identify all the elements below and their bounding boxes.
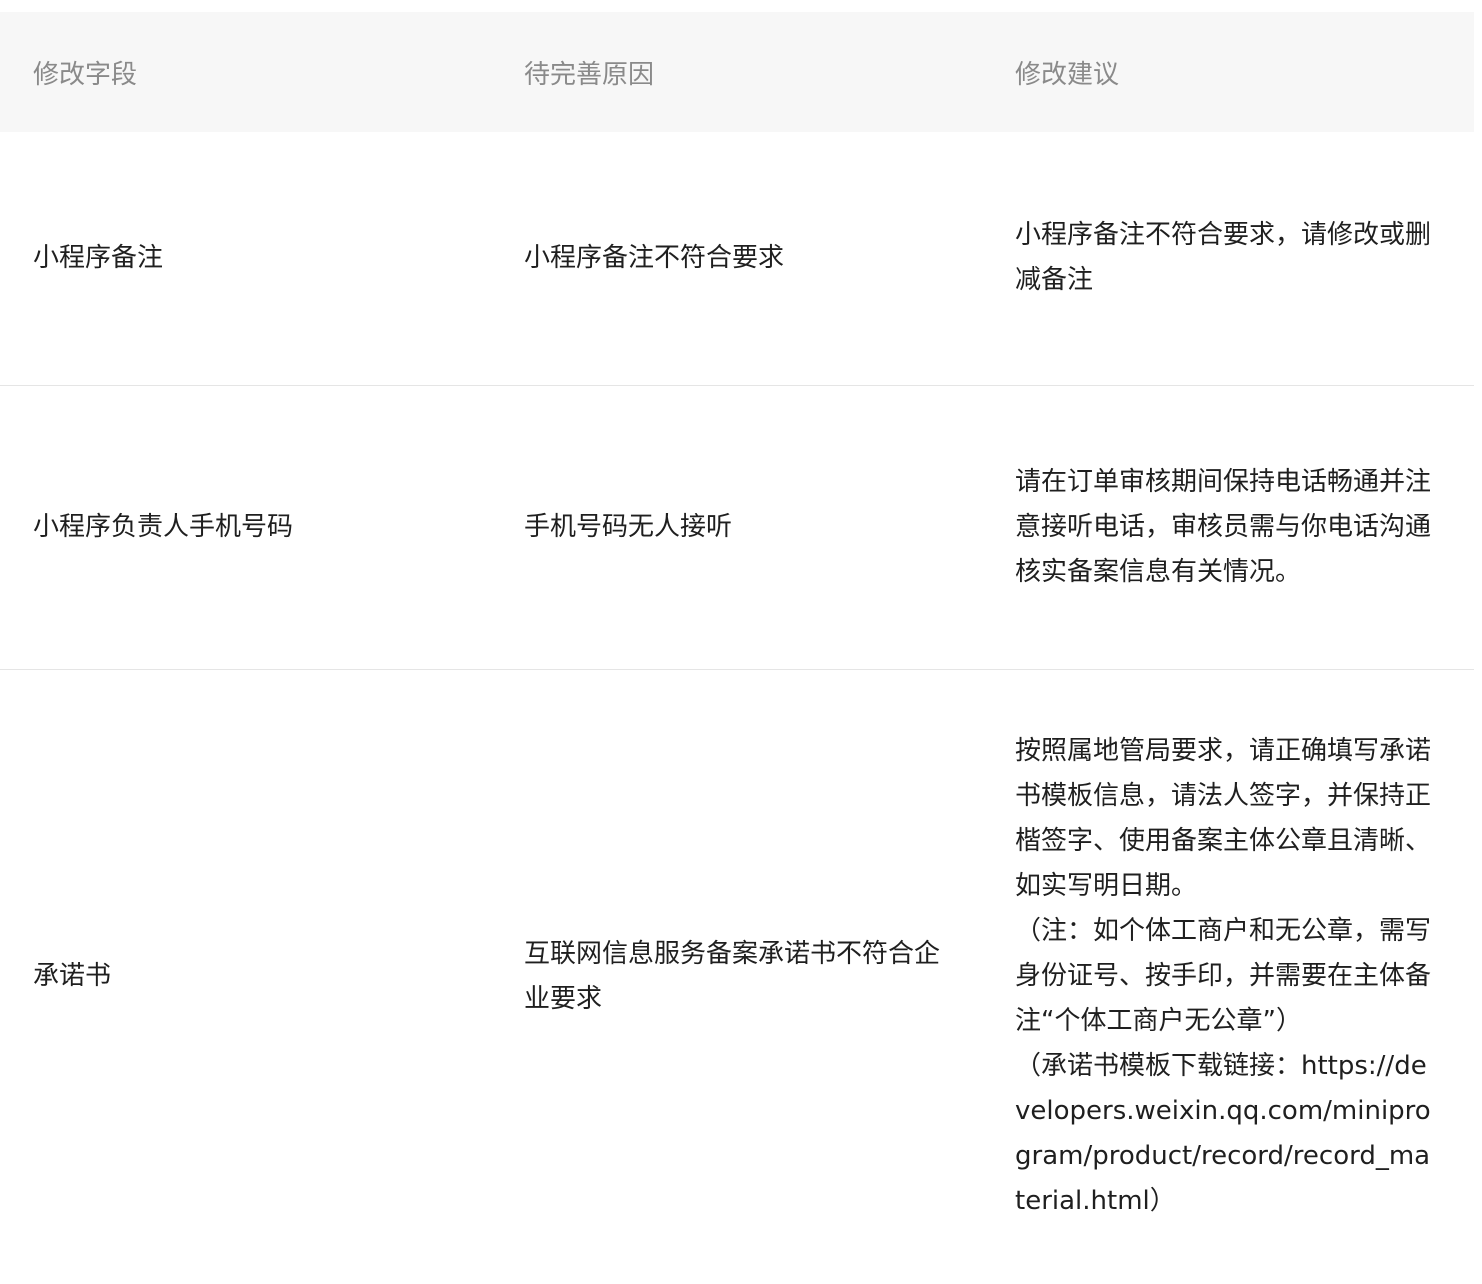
cell-reason: 互联网信息服务备案承诺书不符合企业要求 (524, 938, 941, 1014)
template-download-link-text: （承诺书模板下载链接：https://developers.weixin.qq.… (1015, 1051, 1431, 1217)
review-table: 修改字段 待完善原因 修改建议 小程序备注 小程序备注不符合要求 小程序备注不符… (0, 12, 1474, 1284)
review-table-container: 修改字段 待完善原因 修改建议 小程序备注 小程序备注不符合要求 小程序备注不符… (0, 12, 1474, 1284)
table-row: 小程序负责人手机号码 手机号码无人接听 请在订单审核期间保持电话畅通并注意接听电… (0, 385, 1474, 670)
suggestion-main-text: 按照属地管局要求，请正确填写承诺书模板信息，请法人签字，并保持正楷签字、使用备案… (1015, 736, 1432, 902)
cell-reason: 手机号码无人接听 (491, 385, 982, 670)
suggestion-note-text: （注：如个体工商户和无公章，需写身份证号、按手印，并需要在主体备注“个体工商户无… (1015, 916, 1432, 1037)
table-body: 小程序备注 小程序备注不符合要求 小程序备注不符合要求，请修改或删减备注 小程序… (0, 132, 1474, 1284)
cell-reason: 小程序备注不符合要求 (491, 132, 982, 386)
table-row: 承诺书 互联网信息服务备案承诺书不符合企业要求 按照属地管局要求，请正确填写承诺… (0, 669, 1474, 1284)
cell-field: 小程序负责人手机号码 (0, 385, 491, 670)
header-field: 修改字段 (33, 59, 138, 90)
cell-suggestion: 按照属地管局要求，请正确填写承诺书模板信息，请法人签字，并保持正楷签字、使用备案… (982, 669, 1474, 1284)
cell-field: 小程序备注 (0, 132, 491, 386)
header-reason: 待完善原因 (524, 59, 655, 90)
cell-suggestion: 请在订单审核期间保持电话畅通并注意接听电话，审核员需与你电话沟通核实备案信息有关… (982, 385, 1474, 670)
table-header: 修改字段 待完善原因 修改建议 (0, 12, 1474, 132)
cell-suggestion: 小程序备注不符合要求，请修改或删减备注 (982, 132, 1474, 386)
cell-field: 承诺书 (33, 961, 112, 992)
table-row: 小程序备注 小程序备注不符合要求 小程序备注不符合要求，请修改或删减备注 (0, 132, 1474, 386)
header-suggestion: 修改建议 (1015, 59, 1120, 90)
table-header-row: 修改字段 待完善原因 修改建议 (0, 12, 1474, 132)
